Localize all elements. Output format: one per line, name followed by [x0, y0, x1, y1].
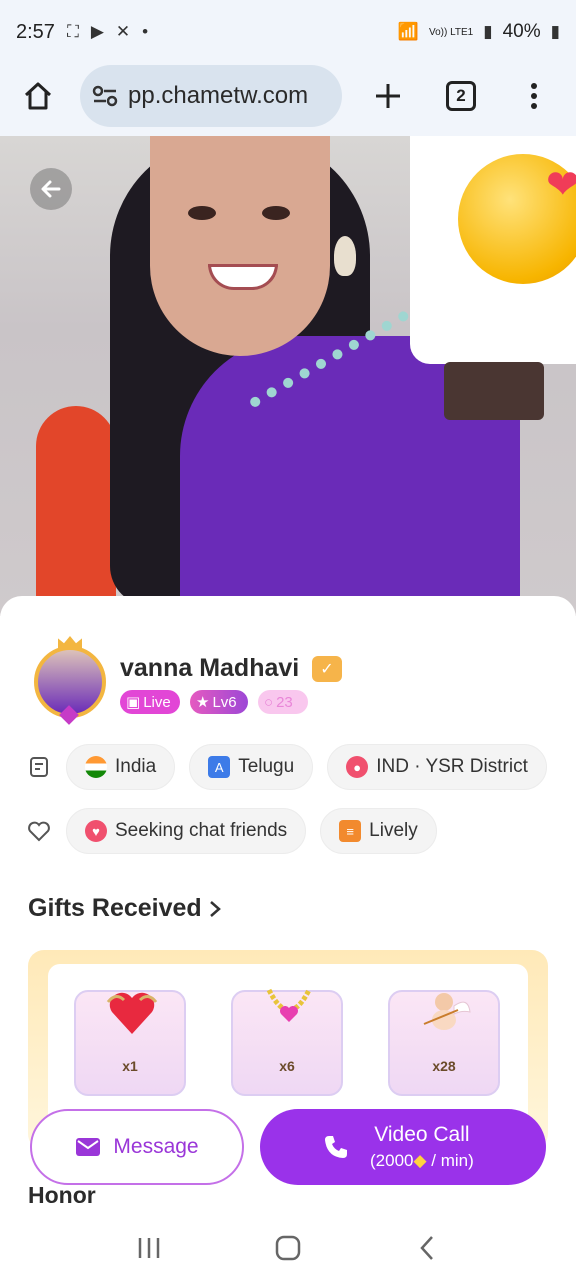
home-button[interactable]	[18, 76, 58, 116]
browser-menu-button[interactable]	[528, 83, 540, 109]
url-text: pp.chametw.com	[128, 82, 309, 109]
country-chip: India	[66, 744, 176, 790]
crown-icon	[58, 636, 82, 648]
status-time: 2:57	[16, 20, 55, 43]
profile-name: vanna Madhavi	[120, 654, 300, 682]
heart-icon: ❤	[546, 163, 576, 207]
home-square-icon	[275, 1235, 301, 1261]
live-badge: ▣ Live	[120, 690, 180, 714]
site-settings-icon[interactable]	[92, 85, 118, 107]
necklace-gift-icon	[266, 988, 312, 1022]
lively-icon: ≡	[339, 820, 362, 842]
recent-apps-button[interactable]	[129, 1228, 169, 1268]
heart-gift-icon	[106, 992, 158, 1034]
wifi-icon: 📶	[397, 22, 419, 41]
interest-chip-lively: ≡ Lively	[320, 808, 437, 854]
language-chip: A Telugu	[189, 744, 314, 790]
video-preview-thumbnail[interactable]	[444, 362, 544, 420]
dot-icon: •	[142, 22, 149, 41]
gift-item-cupid[interactable]: x28	[388, 990, 500, 1096]
status-bar: 2:57 ⛶ ▶ ✕ • 📶 Vo)) LTE1 ▮ 40% ▮	[0, 0, 576, 64]
chevron-right-icon	[209, 900, 221, 917]
envelope-icon	[76, 1138, 101, 1156]
verified-badge-icon: ✓	[312, 656, 342, 682]
language-icon: A	[208, 756, 231, 778]
video-call-button[interactable]: Video Call (2000◆ / min)	[260, 1109, 546, 1185]
tab-count: 2	[456, 86, 466, 105]
tv-icon: ▣	[126, 694, 141, 711]
interests-row: ♥ Seeking chat friends ≡ Lively	[26, 808, 437, 854]
plus-icon	[376, 84, 400, 108]
location-pin-icon: ●	[346, 756, 369, 778]
level-badge: ★ Lv6	[190, 690, 248, 714]
gifts-received-link[interactable]: Gifts Received	[28, 894, 222, 923]
youtube-icon: ▶	[90, 22, 104, 41]
gift-item-necklace[interactable]: x6	[231, 988, 343, 1096]
back-nav-button[interactable]	[407, 1228, 447, 1268]
browser-toolbar: pp.chametw.com 2	[0, 56, 576, 136]
missed-call-icon: ✕	[115, 22, 131, 41]
back-button[interactable]	[30, 168, 72, 210]
star-icon: ★	[196, 694, 210, 711]
home-nav-button[interactable]	[268, 1228, 308, 1268]
interest-chip-seeking: ♥ Seeking chat friends	[66, 808, 307, 854]
chat-bubble-icon: ○	[264, 693, 274, 711]
recent-apps-icon	[139, 1238, 160, 1258]
home-icon	[24, 82, 52, 110]
chevron-left-icon	[419, 1236, 433, 1260]
heart-icon: ♥	[85, 820, 107, 842]
location-chip: ● IND · YSR District	[327, 744, 547, 790]
info-row: India A Telugu ● IND · YSR District	[26, 744, 547, 790]
tab-switcher-button[interactable]: 2	[446, 81, 476, 111]
count-badge: ○ 23	[258, 690, 308, 714]
honor-section-title: Honor	[28, 1182, 96, 1204]
cupid-gift-icon	[423, 993, 471, 1030]
battery-percent: 40%	[502, 21, 541, 42]
gift-item-heart[interactable]: x1	[74, 990, 186, 1096]
battery-icon: ▮	[550, 22, 560, 41]
message-button[interactable]: Message	[30, 1109, 244, 1185]
india-flag-icon	[85, 756, 107, 778]
diamond-icon: ◆	[413, 1151, 427, 1170]
url-bar[interactable]: pp.chametw.com	[80, 65, 342, 127]
system-navigation-bar	[0, 1216, 576, 1280]
screenshot-icon: ⛶	[66, 22, 79, 41]
more-icon	[531, 83, 537, 89]
info-card-icon	[26, 754, 52, 780]
network-label: Vo)) LTE1	[428, 26, 474, 38]
arrow-left-icon	[41, 180, 61, 198]
signal-icon: ▮	[483, 22, 493, 41]
new-tab-button[interactable]	[368, 76, 408, 116]
phone-icon	[325, 1136, 347, 1158]
profile-photo: ❤	[0, 136, 576, 616]
floating-emoji-overlay[interactable]: ❤	[410, 136, 576, 364]
interests-heart-icon	[26, 818, 52, 844]
